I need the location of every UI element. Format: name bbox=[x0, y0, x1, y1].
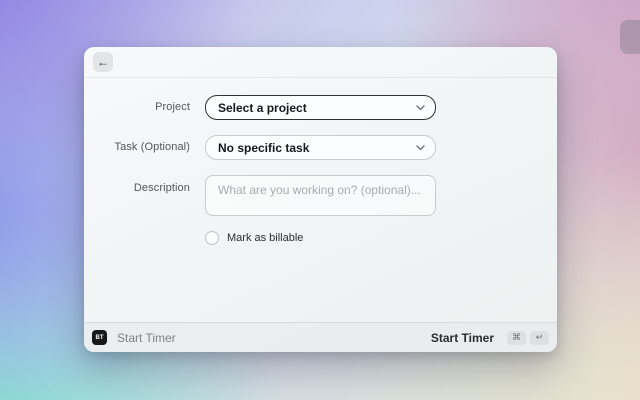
start-timer-dialog: ← Project Select a project Task (Optiona… bbox=[84, 47, 557, 352]
task-label: Task (Optional) bbox=[84, 135, 205, 153]
task-select-value: No specific task bbox=[218, 141, 416, 155]
description-input[interactable] bbox=[205, 175, 436, 216]
project-row: Project Select a project bbox=[84, 95, 557, 120]
description-row: Description bbox=[84, 175, 557, 221]
chevron-down-icon bbox=[416, 145, 425, 151]
app-icon: BT bbox=[92, 330, 107, 345]
billable-label: Mark as billable bbox=[227, 232, 303, 244]
billable-row[interactable]: Mark as billable bbox=[205, 231, 557, 245]
return-key-icon[interactable]: ↵ bbox=[530, 331, 549, 345]
description-label: Description bbox=[84, 175, 205, 194]
dialog-header: ← bbox=[84, 47, 557, 78]
back-arrow-icon: ← bbox=[97, 56, 109, 68]
back-button[interactable]: ← bbox=[93, 52, 113, 72]
task-row: Task (Optional) No specific task bbox=[84, 135, 557, 160]
project-label: Project bbox=[84, 95, 205, 113]
desktop-background-shape bbox=[620, 20, 640, 54]
start-timer-action[interactable]: Start Timer bbox=[431, 331, 494, 345]
billable-checkbox[interactable] bbox=[205, 231, 219, 245]
dialog-footer: BT Start Timer Start Timer ⌘ ↵ bbox=[84, 322, 557, 352]
timer-form: Project Select a project Task (Optional)… bbox=[84, 78, 557, 245]
command-key-icon[interactable]: ⌘ bbox=[507, 331, 526, 345]
task-select[interactable]: No specific task bbox=[205, 135, 436, 160]
project-select-value: Select a project bbox=[218, 101, 416, 115]
project-select[interactable]: Select a project bbox=[205, 95, 436, 120]
chevron-down-icon bbox=[416, 105, 425, 111]
command-name: Start Timer bbox=[117, 331, 176, 345]
